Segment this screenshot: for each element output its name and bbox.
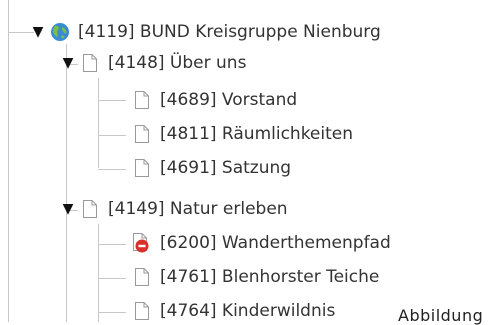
page-icon [80,52,100,74]
tree-line-level2b-vertical [98,224,99,322]
tree-node-label[interactable]: [4148] Über uns [108,53,246,73]
collapse-arrow-icon[interactable]: ▼ [30,24,46,40]
globe-icon [50,21,70,43]
tree-node-label[interactable]: [4689] Vorstand [160,90,297,110]
tree-line-root-vertical [8,0,9,322]
page-tree: ▼ [4119] BUND Kreisgruppe Nienburg ▼ [41… [0,0,496,325]
page-icon [132,89,152,111]
tree-line-child-h [98,278,126,279]
collapse-arrow-icon[interactable]: ▼ [60,201,76,217]
page-icon [80,198,100,220]
tree-node-page[interactable]: [4761] Blenhorster Teiche [132,264,379,290]
page-icon [132,123,152,145]
page-icon [132,266,152,288]
tree-line-child-h [98,244,126,245]
tree-line-child-h [98,135,126,136]
tree-line-level2a-vertical [98,78,99,168]
tree-node-page[interactable]: [4764] Kinderwildnis [132,298,335,324]
tree-node-label[interactable]: [4149] Natur erleben [108,199,288,219]
tree-node-label[interactable]: [4764] Kinderwildnis [160,301,335,321]
tree-node-label[interactable]: [6200] Wanderthemenpfad [160,233,391,253]
tree-node-page[interactable]: [4689] Vorstand [132,87,297,113]
page-icon [132,157,152,179]
tree-node-root[interactable]: ▼ [4119] BUND Kreisgruppe Nienburg [30,19,381,45]
collapse-arrow-icon[interactable]: ▼ [60,55,76,71]
tree-node-page-restricted[interactable]: [6200] Wanderthemenpfad [132,230,391,256]
tree-node-group[interactable]: ▼ [4149] Natur erleben [60,196,288,222]
tree-node-label[interactable]: [4119] BUND Kreisgruppe Nienburg [78,22,381,42]
tree-node-page[interactable]: [4811] Räumlichkeiten [132,121,353,147]
tree-node-page[interactable]: [4691] Satzung [132,155,291,181]
tree-line-child-h [98,169,126,170]
tree-line-child-h [98,312,126,313]
tree-node-group[interactable]: ▼ [4148] Über uns [60,50,247,76]
page-restricted-icon [132,232,152,254]
page-icon [132,300,152,322]
tree-node-label[interactable]: [4691] Satzung [160,158,291,178]
tree-node-label[interactable]: [4811] Räumlichkeiten [160,124,353,144]
tree-node-label[interactable]: [4761] Blenhorster Teiche [160,267,379,287]
overlay-caption-text: Abbildung [398,306,484,325]
tree-line-level1-vertical [66,44,67,322]
tree-line-child-h [98,100,126,101]
